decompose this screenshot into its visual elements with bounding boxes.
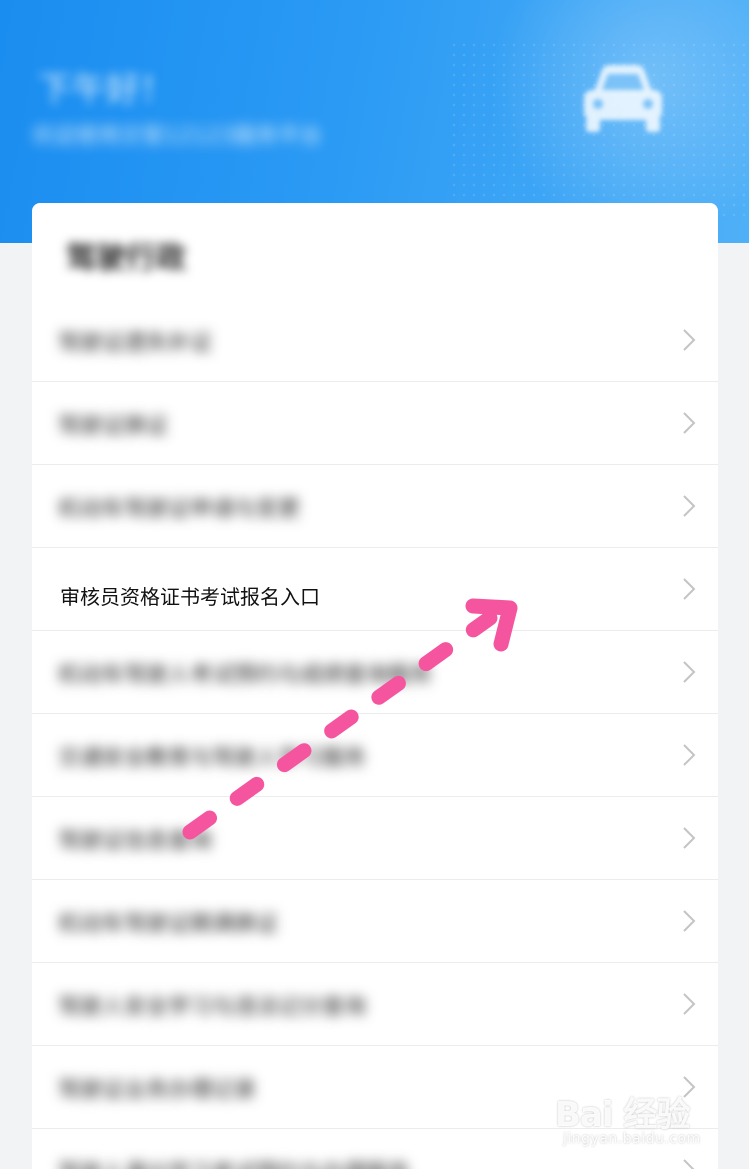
chevron-right-icon	[683, 412, 696, 434]
chevron-right-icon	[683, 993, 696, 1015]
list-item-highlighted[interactable]: 审核员资格证书考试报名入口	[32, 548, 718, 631]
chevron-right-icon	[683, 744, 696, 766]
service-card: 驾驶行政 驾驶证遗失补证 驾驶证换证 机动车驾驶证申请与变更 审核员资格证书考试…	[32, 203, 718, 1169]
list-item[interactable]: 驾驶人安全学习与违法记分查询	[32, 963, 718, 1046]
chevron-right-icon	[683, 910, 696, 932]
chevron-right-icon	[683, 1159, 695, 1169]
header-subtitle: 欢迎使用交管12123服务平台	[32, 124, 322, 149]
list-item[interactable]: 机动车驾驶证期满换证	[32, 880, 718, 963]
list-item-label: 驾驶证遗失补证	[58, 331, 213, 356]
chevron-right-icon	[683, 661, 696, 683]
list-item-label: 机动车驾驶证期满换证	[58, 912, 279, 937]
list-item[interactable]: 机动车驾驶证申请与变更	[32, 465, 718, 548]
car-icon	[584, 65, 662, 132]
greeting-text: 下午好！	[38, 70, 174, 110]
list-item-label: 机动车驾驶人考试预约与成绩查询服务	[58, 663, 433, 688]
chevron-right-icon	[683, 578, 696, 600]
list-item[interactable]: 驾驶证信息查询	[32, 797, 718, 880]
card-title: 驾驶行政	[66, 241, 186, 276]
list-item-label: 审核员资格证书考试报名入口	[60, 585, 320, 609]
list-item-label: 驾驶人安全学习与违法记分查询	[58, 995, 367, 1020]
list-item[interactable]: 驾驶证换证	[32, 382, 718, 465]
list-item-label: 机动车驾驶证申请与变更	[58, 497, 301, 522]
list-item-label: 驾驶证换证	[58, 414, 169, 439]
list-item-label: 交通安全教育与驾驶人学习服务	[58, 746, 367, 771]
watermark-site: jingyan.baidu.com	[563, 1131, 701, 1147]
list-item-label: 驾驶证业务办理记录	[58, 1078, 257, 1103]
baidu-jingyan-watermark: Bai 经验 jingyan.baidu.com	[555, 1082, 735, 1157]
chevron-right-icon	[683, 495, 696, 517]
list-item-label: 驾驶人满分学习考试预约与办理服务	[58, 1155, 410, 1169]
list-item[interactable]: 机动车驾驶人考试预约与成绩查询服务	[32, 631, 718, 714]
list-item[interactable]: 驾驶证遗失补证	[32, 299, 718, 382]
list-item[interactable]: 交通安全教育与驾驶人学习服务	[32, 714, 718, 797]
chevron-right-icon	[683, 827, 696, 849]
list-item-label: 驾驶证信息查询	[58, 829, 213, 854]
watermark-brand: Bai 经验	[555, 1095, 690, 1135]
chevron-right-icon	[683, 329, 696, 351]
